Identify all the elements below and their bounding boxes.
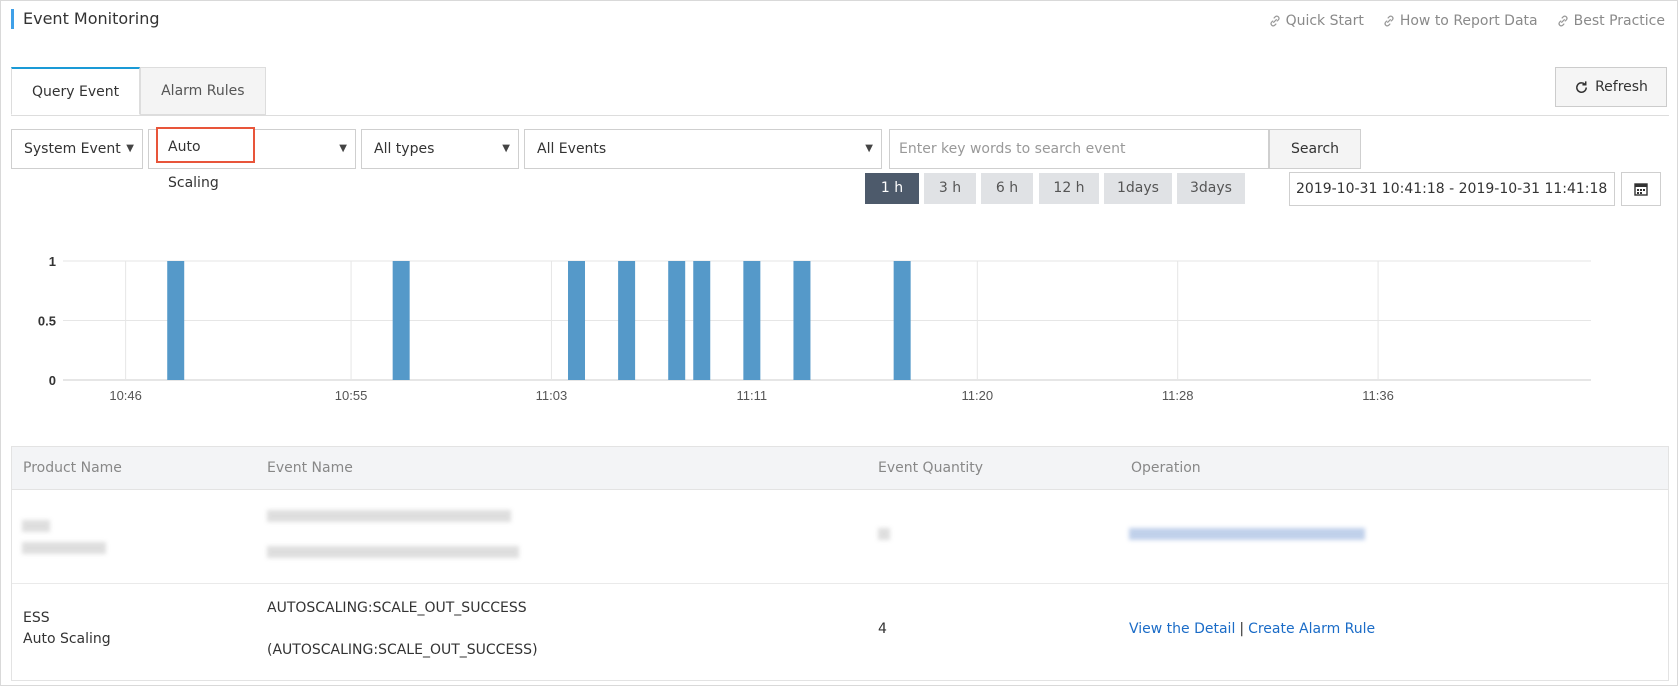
- tab-query-event[interactable]: Query Event: [11, 67, 141, 115]
- redacted-text: [22, 542, 106, 554]
- redacted-link: [1129, 528, 1365, 540]
- y-tick-label: 0.5: [38, 314, 56, 329]
- x-tick-label: 10:55: [335, 388, 368, 403]
- chart-bar: [392, 261, 410, 380]
- chart-bar: [568, 261, 586, 380]
- y-tick-label: 0: [49, 373, 56, 388]
- create-alarm-rule-link[interactable]: Create Alarm Rule: [1248, 621, 1375, 637]
- event-source-value: System Event: [24, 141, 121, 157]
- calendar-icon: [1634, 183, 1648, 196]
- refresh-icon: [1576, 80, 1588, 93]
- redacted-text: [267, 546, 519, 558]
- range-12h-button[interactable]: 12 h: [1039, 173, 1099, 204]
- chart-bar: [693, 261, 711, 380]
- refresh-label: Refresh: [1595, 79, 1648, 95]
- tab-alarm-rules[interactable]: Alarm Rules: [140, 67, 266, 115]
- chart-bar: [793, 261, 811, 380]
- chart-bar: [893, 261, 911, 380]
- range-3h-button[interactable]: 3 h: [924, 173, 976, 204]
- event-chart: 1 0.5 0 10:46 10:55 11:03 11:11 11:20 11:28 11:36: [38, 254, 1591, 403]
- best-practice-label: Best Practice: [1573, 13, 1665, 29]
- product-value: Auto Scaling: [168, 139, 219, 191]
- quick-start-label: Quick Start: [1285, 13, 1364, 29]
- link-icon: [1270, 15, 1280, 27]
- redacted-text: [878, 528, 890, 540]
- tab-divider: [11, 115, 1669, 116]
- product-select-highlight: Auto Scaling: [156, 127, 255, 191]
- tab-bar: Query Event Alarm Rules: [11, 67, 266, 115]
- dropdown-arrow-icon: ▼: [126, 143, 134, 154]
- calendar-button[interactable]: [1621, 172, 1661, 206]
- chart-bar: [743, 261, 761, 380]
- operation-links: View the Detail | Create Alarm Rule: [1129, 621, 1375, 637]
- event-name-line2: (AUTOSCALING:SCALE_OUT_SUCCESS): [267, 642, 538, 658]
- range-3days-button[interactable]: 3days: [1177, 173, 1245, 204]
- event-name-value: All Events: [537, 141, 607, 157]
- search-button[interactable]: Search: [1269, 129, 1361, 169]
- how-to-report-data-link[interactable]: How to Report Data: [1382, 13, 1538, 29]
- chart-bar: [668, 261, 686, 380]
- link-icon: [1384, 15, 1394, 27]
- link-separator: |: [1239, 621, 1245, 637]
- x-tick-label: 11:03: [536, 388, 568, 403]
- chart-bar: [618, 261, 636, 380]
- column-header-product: Product Name: [23, 460, 122, 476]
- date-range-input[interactable]: 2019-10-31 10:41:18 - 2019-10-31 11:41:1…: [1289, 172, 1615, 206]
- x-tick-label: 11:28: [1162, 388, 1194, 403]
- range-6h-button[interactable]: 6 h: [981, 173, 1033, 204]
- range-1days-button[interactable]: 1days: [1104, 173, 1172, 204]
- redacted-text: [22, 520, 50, 532]
- search-input[interactable]: Enter key words to search event: [889, 129, 1269, 169]
- table-row: ESS Auto Scaling AUTOSCALING:SCALE_OUT_S…: [12, 584, 1668, 680]
- refresh-button[interactable]: Refresh: [1555, 67, 1667, 107]
- event-name-line1: AUTOSCALING:SCALE_OUT_SUCCESS: [267, 600, 527, 616]
- y-tick-label: 1: [49, 254, 56, 269]
- redacted-text: [267, 510, 511, 522]
- event-source-select[interactable]: System Event ▼: [11, 129, 143, 169]
- best-practice-link[interactable]: Best Practice: [1556, 13, 1665, 29]
- link-icon: [1558, 15, 1568, 27]
- product-name-line2: Auto Scaling: [23, 631, 111, 647]
- column-header-event-name: Event Name: [267, 460, 353, 476]
- dropdown-arrow-icon: ▼: [502, 143, 510, 154]
- chart-bar: [167, 261, 185, 380]
- column-header-quantity: Event Quantity: [878, 460, 984, 476]
- page-title: Event Monitoring: [11, 9, 159, 29]
- table-row-redacted: [12, 490, 1668, 584]
- event-name-select[interactable]: All Events ▼: [524, 129, 882, 169]
- event-type-select[interactable]: All types ▼: [361, 129, 519, 169]
- range-1h-button[interactable]: 1 h: [865, 173, 919, 204]
- events-table: Product Name Event Name Event Quantity O…: [11, 446, 1669, 681]
- event-monitoring-page: Event Monitoring Quick Start How to Repo…: [0, 0, 1678, 686]
- dropdown-arrow-icon: ▼: [865, 143, 873, 154]
- event-type-value: All types: [374, 141, 435, 157]
- dropdown-arrow-icon: ▼: [339, 143, 347, 154]
- column-header-operation: Operation: [1131, 460, 1201, 476]
- x-tick-label: 11:36: [1362, 388, 1394, 403]
- x-tick-label: 11:20: [962, 388, 994, 403]
- view-detail-link[interactable]: View the Detail: [1129, 621, 1235, 637]
- quick-start-link[interactable]: Quick Start: [1268, 13, 1364, 29]
- event-quantity: 4: [878, 621, 887, 637]
- how-to-report-data-label: How to Report Data: [1399, 13, 1538, 29]
- product-name-line1: ESS: [23, 610, 50, 626]
- x-tick-label: 11:11: [737, 388, 768, 403]
- x-tick-label: 10:46: [109, 388, 142, 403]
- help-links: Quick Start How to Report Data Best Prac…: [1268, 13, 1665, 29]
- table-header: Product Name Event Name Event Quantity O…: [12, 447, 1668, 490]
